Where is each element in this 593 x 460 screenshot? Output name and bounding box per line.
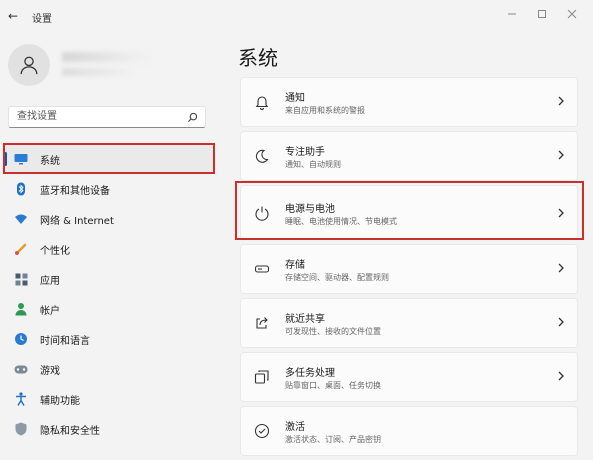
title-bar: ← 设置	[0, 0, 593, 32]
card-nearby-sharing[interactable]: 就近共享 可发现性、接收的文件位置	[240, 298, 578, 348]
card-subtitle: 激活状态、订阅、产品密钥	[285, 435, 381, 444]
bell-icon	[253, 93, 271, 111]
brush-icon	[14, 242, 28, 256]
app-title: 设置	[32, 14, 52, 25]
check-circle-icon	[253, 422, 271, 440]
globe-clock-icon	[14, 332, 28, 346]
chevron-right-icon	[558, 317, 564, 327]
sidebar-item-bluetooth[interactable]: 蓝牙和其他设备	[0, 174, 216, 204]
search-input[interactable]	[15, 110, 189, 123]
sidebar-item-network[interactable]: 网络 & Internet	[0, 204, 216, 234]
window-controls	[497, 4, 587, 24]
sidebar-item-label: 游戏	[40, 365, 60, 377]
active-indicator	[4, 152, 7, 166]
back-arrow-icon[interactable]: ←	[8, 9, 18, 23]
card-subtitle: 贴靠窗口、桌面、任务切换	[285, 381, 381, 390]
card-title: 激活	[285, 422, 305, 433]
sidebar-item-label: 应用	[40, 275, 60, 287]
card-power-battery[interactable]: 电源与电池 睡眠、电池使用情况、节电模式	[240, 185, 578, 240]
storage-icon	[253, 260, 271, 278]
card-title: 通知	[285, 93, 305, 104]
card-subtitle: 来自应用和系统的警报	[285, 106, 365, 115]
chevron-right-icon	[558, 96, 564, 106]
sidebar-nav: 系统 蓝牙和其他设备 网络 & Internet 个性化 应用 帐户 时间和语言…	[0, 144, 216, 444]
sidebar-item-label: 个性化	[40, 245, 70, 257]
accessibility-icon	[14, 392, 28, 406]
avatar[interactable]	[8, 44, 50, 86]
card-title: 就近共享	[285, 314, 325, 325]
settings-list: 通知 来自应用和系统的警报 专注助手 通知、自动规则 电源与电池 睡眠、电池使用…	[240, 77, 578, 460]
card-subtitle: 通知、自动规则	[285, 160, 341, 169]
sidebar-item-label: 时间和语言	[40, 335, 90, 347]
minimize-icon	[508, 13, 516, 15]
chevron-right-icon	[558, 371, 564, 381]
power-icon	[253, 204, 271, 222]
sidebar-item-label: 帐户	[40, 305, 60, 317]
monitor-icon	[14, 152, 28, 166]
card-subtitle: 可发现性、接收的文件位置	[285, 327, 381, 336]
moon-icon	[253, 147, 271, 165]
gamepad-icon	[14, 362, 28, 376]
sidebar-item-label: 蓝牙和其他设备	[40, 185, 110, 197]
sidebar-item-accessibility[interactable]: 辅助功能	[0, 384, 216, 414]
card-focus-assist[interactable]: 专注助手 通知、自动规则	[240, 131, 578, 181]
chevron-right-icon	[558, 263, 564, 273]
sidebar-item-label: 系统	[40, 155, 60, 167]
person-avatar-icon	[20, 56, 38, 75]
card-storage[interactable]: 存储 存储空间、驱动器、配置规则	[240, 244, 578, 294]
close-icon	[567, 9, 577, 19]
card-subtitle: 睡眠、电池使用情况、节电模式	[285, 217, 397, 226]
card-notifications[interactable]: 通知 来自应用和系统的警报	[240, 77, 578, 127]
sidebar-item-accounts[interactable]: 帐户	[0, 294, 216, 324]
apps-icon	[14, 272, 28, 286]
card-title: 专注助手	[285, 147, 325, 158]
page-title: 系统	[238, 46, 278, 70]
multitask-icon	[253, 368, 271, 386]
card-title: 多任务处理	[285, 368, 335, 379]
sidebar-item-gaming[interactable]: 游戏	[0, 354, 216, 384]
card-title: 电源与电池	[285, 204, 335, 215]
search-box[interactable]	[8, 106, 206, 128]
card-title: 存储	[285, 260, 305, 271]
sidebar-item-label: 隐私和安全性	[40, 425, 100, 437]
card-activation[interactable]: 激活 激活状态、订阅、产品密钥	[240, 406, 578, 456]
share-icon	[253, 314, 271, 332]
blurred-email	[62, 68, 130, 76]
maximize-icon	[538, 10, 546, 18]
sidebar-item-apps[interactable]: 应用	[0, 264, 216, 294]
sidebar-item-label: 网络 & Internet	[40, 215, 114, 227]
search-icon[interactable]	[187, 112, 198, 123]
minimize-button[interactable]	[497, 4, 527, 24]
shield-icon	[14, 422, 28, 436]
sidebar-item-privacy[interactable]: 隐私和安全性	[0, 414, 216, 444]
blurred-username	[62, 52, 157, 62]
bluetooth-icon	[14, 182, 28, 196]
sidebar-item-system[interactable]: 系统	[2, 144, 214, 174]
maximize-button[interactable]	[527, 4, 557, 24]
person-icon	[14, 302, 28, 316]
card-subtitle: 存储空间、驱动器、配置规则	[285, 273, 389, 282]
chevron-right-icon	[558, 150, 564, 160]
wifi-icon	[14, 212, 28, 226]
chevron-right-icon	[558, 208, 564, 218]
sidebar-item-personalization[interactable]: 个性化	[0, 234, 216, 264]
close-button[interactable]	[557, 4, 587, 24]
sidebar-item-label: 辅助功能	[40, 395, 80, 407]
card-multitasking[interactable]: 多任务处理 贴靠窗口、桌面、任务切换	[240, 352, 578, 402]
sidebar-item-time-language[interactable]: 时间和语言	[0, 324, 216, 354]
